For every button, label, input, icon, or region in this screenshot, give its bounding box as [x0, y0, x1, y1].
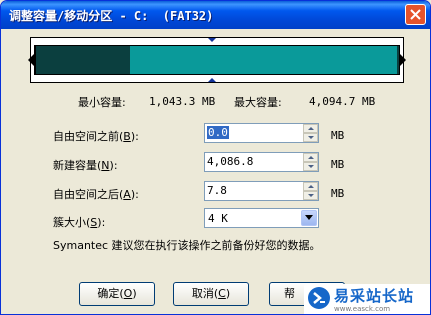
- free-after-unit: MB: [331, 187, 345, 200]
- partition-segment[interactable]: [35, 46, 398, 74]
- free-before-value[interactable]: 0.0: [207, 126, 229, 139]
- free-after-value[interactable]: 7.8: [207, 184, 227, 197]
- dropdown-button[interactable]: [301, 210, 317, 226]
- cluster-size-value: 4 K: [208, 212, 228, 225]
- spin-up-button[interactable]: [303, 153, 318, 162]
- arrow-down-icon: [308, 165, 314, 168]
- arrow-down-icon: [308, 136, 314, 139]
- new-size-spinner[interactable]: 4,086.8: [204, 152, 319, 172]
- cluster-size-label: 簇大小(S):: [53, 216, 106, 229]
- new-size-label: 新建容量(N):: [53, 159, 118, 172]
- spin-up-button[interactable]: [303, 124, 318, 133]
- cancel-button[interactable]: 取消(C): [173, 282, 249, 306]
- title-bar[interactable]: 调整容量/移动分区 - C: (FAT32): [1, 1, 430, 29]
- used-space-segment: [36, 46, 131, 74]
- arrow-up-icon: [308, 127, 314, 130]
- min-size-value: 1,043.3 MB: [149, 95, 216, 108]
- max-size-value: 4,094.7 MB: [309, 95, 376, 108]
- max-size-label: 最大容量:: [234, 96, 282, 109]
- partition-map[interactable]: [28, 37, 406, 83]
- close-icon: [410, 9, 421, 20]
- top-marker-icon: [208, 38, 216, 42]
- arrow-up-icon: [308, 156, 314, 159]
- free-before-unit: MB: [331, 129, 345, 142]
- free-after-label: 自由空间之后(A):: [53, 188, 139, 201]
- free-space-after-segment[interactable]: [397, 46, 399, 74]
- arrow-up-icon: [308, 185, 314, 188]
- watermark: 易采站长站 www.easck.com: [304, 284, 430, 314]
- free-before-label: 自由空间之前(B):: [53, 130, 139, 143]
- right-handle-icon[interactable]: [400, 54, 406, 66]
- watermark-title: 易采站长站: [334, 287, 415, 305]
- arrow-down-icon: [308, 194, 314, 197]
- spin-down-button[interactable]: [303, 133, 318, 142]
- min-size-label: 最小容量:: [78, 96, 126, 109]
- watermark-url: www.easck.com: [334, 305, 391, 313]
- new-size-unit: MB: [331, 158, 345, 171]
- bottom-marker-icon: [208, 78, 216, 82]
- resize-partition-dialog: 调整容量/移动分区 - C: (FAT32) 最小容量: 1,043.3 MB …: [0, 0, 431, 315]
- chevron-down-icon: [305, 215, 313, 220]
- spin-down-button[interactable]: [303, 191, 318, 200]
- left-handle-icon[interactable]: [28, 54, 34, 66]
- ok-button[interactable]: 确定(O): [79, 282, 155, 306]
- spin-down-button[interactable]: [303, 162, 318, 171]
- window-title: 调整容量/移动分区 - C: (FAT32): [9, 9, 214, 23]
- spin-up-button[interactable]: [303, 182, 318, 191]
- free-before-spinner[interactable]: 0.0: [204, 123, 319, 143]
- new-size-value[interactable]: 4,086.8: [207, 155, 253, 168]
- close-button[interactable]: [405, 4, 426, 25]
- free-after-spinner[interactable]: 7.8: [204, 181, 319, 201]
- site-logo-icon: [308, 287, 330, 309]
- cluster-size-select[interactable]: 4 K: [204, 208, 319, 228]
- partition-bar[interactable]: [34, 45, 400, 75]
- backup-warning: Symantec 建议您在执行该操作之前备份好您的数据。: [53, 239, 321, 252]
